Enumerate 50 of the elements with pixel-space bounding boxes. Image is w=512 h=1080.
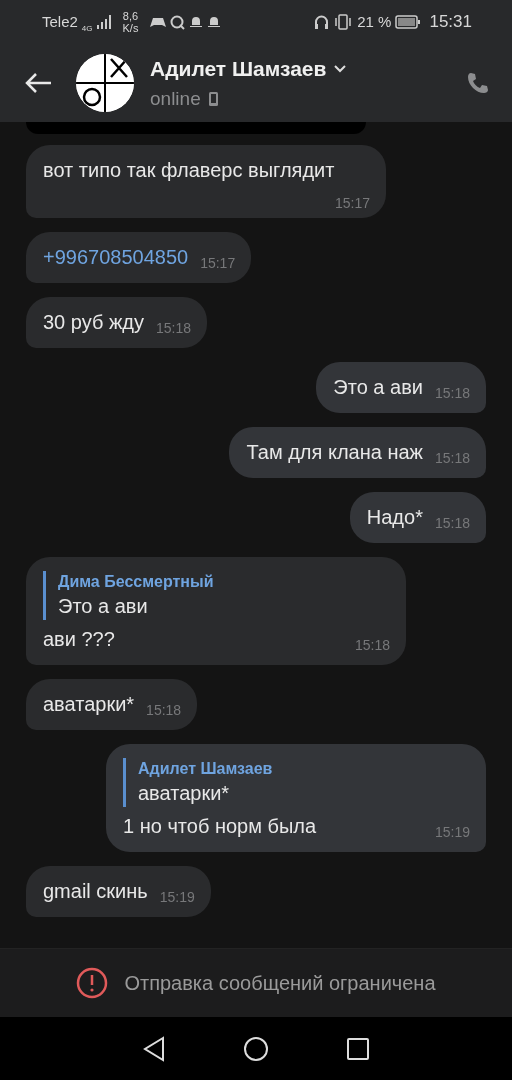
- network-type: 4G: [81, 23, 93, 35]
- message-time: 15:18: [146, 701, 182, 719]
- message-text: ави ???: [43, 628, 115, 650]
- online-status: online: [150, 86, 201, 111]
- clock-time: 15:31: [429, 11, 472, 34]
- call-icon[interactable]: [466, 71, 490, 95]
- signal-icon: [96, 15, 111, 29]
- vibrate-icon: [333, 14, 354, 30]
- battery-percent: 21 %: [357, 11, 392, 32]
- headphones-icon: [314, 14, 330, 30]
- quoted-message[interactable]: Дима Бессмертный Это а ави: [43, 571, 390, 620]
- message-text: Это а ави: [333, 376, 423, 398]
- battery-icon: [395, 15, 422, 29]
- speed-unit: K/s: [122, 22, 139, 34]
- phone-device-icon: [208, 91, 218, 106]
- carrier-name: Tele2: [42, 11, 78, 32]
- message-time: 15:18: [434, 449, 470, 467]
- contact-name[interactable]: Адилет Шамзаев: [150, 53, 327, 85]
- message-time: 15:18: [354, 636, 390, 654]
- message-text: Надо*: [366, 506, 423, 528]
- message-text: аватарки*: [43, 693, 135, 715]
- recents-icon[interactable]: [347, 1037, 369, 1060]
- message-time: 15:19: [434, 823, 470, 841]
- alarm-icon: [207, 15, 222, 29]
- message-time: 15:18: [156, 319, 192, 337]
- alarm-icon: [189, 15, 204, 29]
- phone-link[interactable]: +996708504850: [43, 246, 189, 268]
- back-nav-icon[interactable]: [143, 1035, 165, 1062]
- quote-author: Адилет Шамзаев: [138, 759, 274, 779]
- quote-author: Дима Бессмертный: [58, 572, 215, 592]
- chevron-down-icon[interactable]: [334, 64, 347, 73]
- message-text: Там для клана наж: [246, 441, 423, 463]
- message-time: 15:17: [200, 254, 236, 272]
- message-time: 15:19: [159, 888, 195, 906]
- message-text: вот типо так флаверс выглядит: [43, 159, 335, 181]
- message-text: 1 но чтоб норм была: [123, 815, 317, 837]
- message-time: 15:18: [434, 384, 470, 402]
- quoted-message[interactable]: Адилет Шамзаев аватарки*: [123, 758, 470, 807]
- message-text: 30 руб жду: [43, 311, 144, 333]
- home-icon[interactable]: [243, 1035, 269, 1062]
- speed-value: 8,6: [122, 10, 139, 22]
- restriction-notice: Отправка сообщений ограничена: [124, 971, 436, 996]
- warning-icon: [76, 967, 109, 999]
- message-text: gmail скинь: [43, 880, 148, 902]
- quote-text: аватарки*: [138, 781, 231, 806]
- message-time: 15:18: [434, 514, 470, 532]
- quote-text: Это а ави: [58, 594, 149, 619]
- avatar-icon[interactable]: [76, 54, 134, 112]
- message-time: 15:17: [334, 194, 370, 212]
- back-icon[interactable]: [24, 72, 52, 94]
